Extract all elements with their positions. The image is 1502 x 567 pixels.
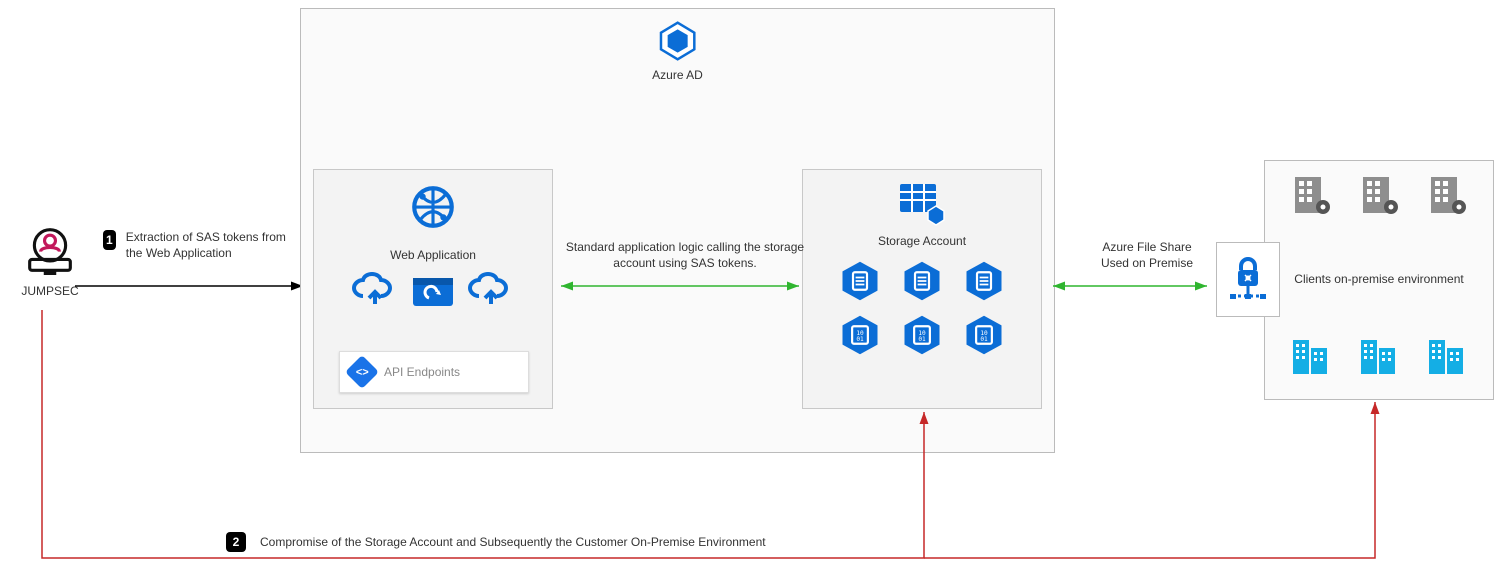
cloud-arrow-icon bbox=[351, 272, 399, 312]
storage-title: Storage Account bbox=[811, 234, 1033, 248]
api-label: API Endpoints bbox=[384, 365, 460, 379]
cloud-arrow-icon bbox=[467, 272, 515, 312]
azure-container: Azure AD Web Application bbox=[300, 8, 1055, 453]
file-hex-icon bbox=[901, 260, 943, 302]
vpn-gateway-box bbox=[1216, 242, 1280, 317]
svg-text:01: 01 bbox=[918, 336, 926, 343]
arrow-storage-vpn bbox=[1047, 278, 1217, 294]
onprem-box: Clients on-premise environment bbox=[1264, 160, 1494, 400]
attacker-icon bbox=[25, 225, 75, 275]
binary-hex-icon: 1001 bbox=[963, 314, 1005, 356]
browser-refresh-icon bbox=[409, 272, 457, 312]
storage-icon bbox=[898, 182, 946, 229]
storage-row-2: 1001 1001 1001 bbox=[811, 314, 1033, 356]
arrow-actor-to-webapp bbox=[75, 280, 310, 292]
file-hex-icon bbox=[839, 260, 881, 302]
vpn-lock-icon bbox=[1226, 254, 1270, 306]
step-1-text: Extraction of SAS tokens from the Web Ap… bbox=[126, 230, 298, 261]
binary-hex-icon: 1001 bbox=[839, 314, 881, 356]
step-2: 2 Compromise of the Storage Account and … bbox=[226, 532, 766, 552]
azure-ad: Azure AD bbox=[652, 21, 703, 82]
building-icon bbox=[1357, 334, 1401, 378]
building-icon bbox=[1289, 334, 1333, 378]
step-2-badge: 2 bbox=[226, 532, 246, 552]
api-endpoints-box: <> API Endpoints bbox=[339, 351, 529, 393]
storage-box: Storage Account 1001 1001 1001 bbox=[802, 169, 1042, 409]
building-gear-icon bbox=[1425, 173, 1469, 217]
svg-text:01: 01 bbox=[856, 336, 864, 343]
api-icon: <> bbox=[345, 355, 379, 389]
webapp-icon-row bbox=[322, 272, 544, 312]
arrow-webapp-storage bbox=[555, 278, 805, 294]
fileshare-label: Azure File Share Used on Premise bbox=[1087, 240, 1207, 271]
building-gear-icon bbox=[1289, 173, 1333, 217]
azure-ad-label: Azure AD bbox=[652, 68, 703, 82]
svg-text:01: 01 bbox=[980, 336, 988, 343]
webapp-icon bbox=[408, 182, 458, 235]
file-hex-icon bbox=[963, 260, 1005, 302]
azure-ad-icon bbox=[657, 21, 697, 61]
onprem-title: Clients on-premise environment bbox=[1277, 272, 1481, 286]
midflow-label: Standard application logic calling the s… bbox=[560, 240, 810, 271]
onprem-row-2 bbox=[1277, 334, 1481, 378]
onprem-row-1 bbox=[1277, 173, 1481, 217]
webapp-box: Web Application <> API Endpoints bbox=[313, 169, 553, 409]
step-1: 1 Extraction of SAS tokens from the Web … bbox=[103, 230, 298, 261]
binary-hex-icon: 1001 bbox=[901, 314, 943, 356]
step-2-text: Compromise of the Storage Account and Su… bbox=[260, 535, 766, 549]
storage-row-1 bbox=[811, 260, 1033, 302]
webapp-title: Web Application bbox=[322, 248, 544, 262]
building-icon bbox=[1425, 334, 1469, 378]
step-1-badge: 1 bbox=[103, 230, 116, 250]
building-gear-icon bbox=[1357, 173, 1401, 217]
